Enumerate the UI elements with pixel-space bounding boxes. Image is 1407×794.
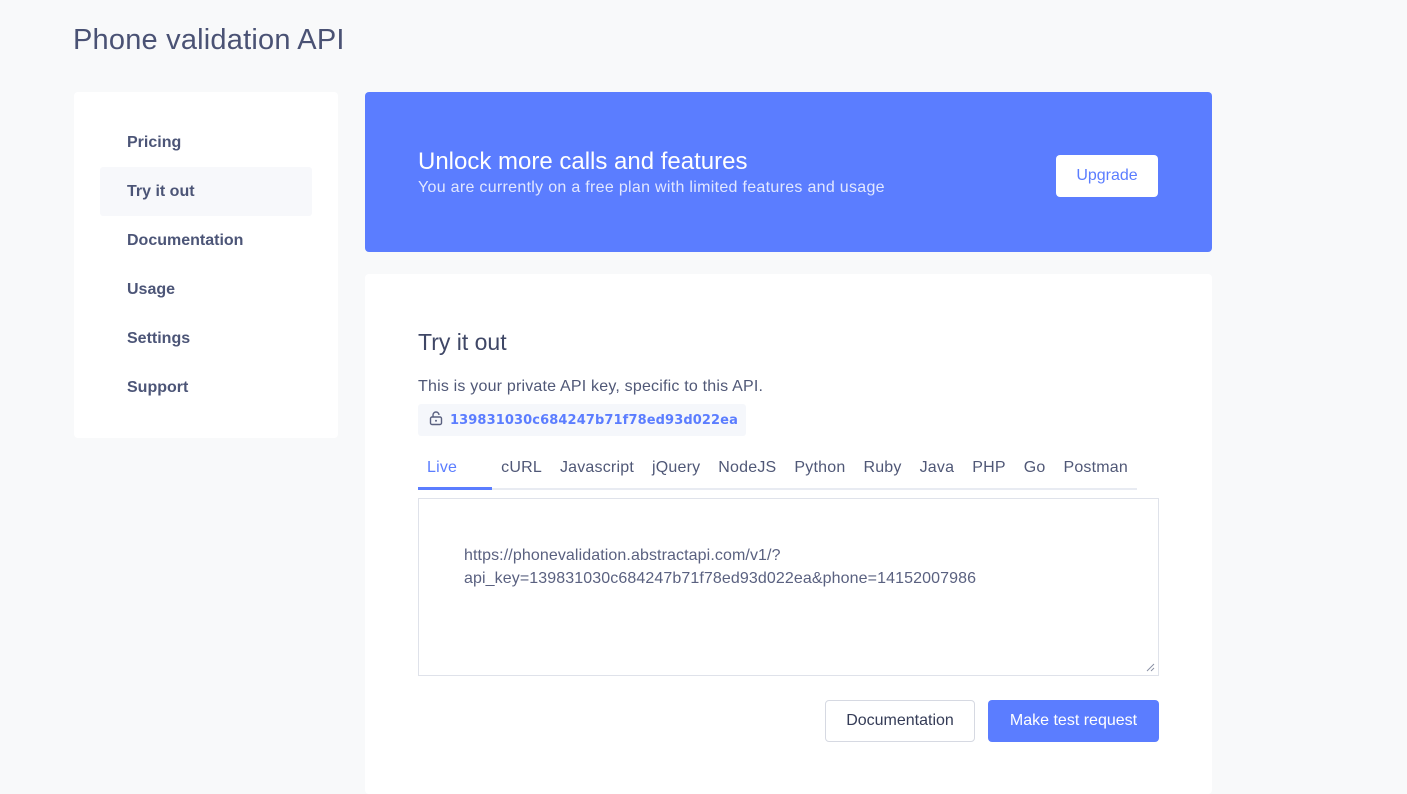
request-url-line-1: https://phonevalidation.abstractapi.com/… (464, 547, 781, 564)
banner-subtitle: You are currently on a free plan with li… (418, 179, 885, 196)
api-key-description: This is your private API key, specific t… (418, 378, 764, 395)
upgrade-button[interactable]: Upgrade (1056, 155, 1158, 197)
tab-python[interactable]: Python (785, 448, 854, 490)
resize-handle-icon[interactable] (1145, 662, 1155, 672)
lock-icon (428, 410, 444, 431)
sidebar-item-try-it-out[interactable]: Try it out (100, 167, 312, 216)
code-language-tabs: Live test cURL Javascript jQuery NodeJS … (418, 448, 1137, 516)
sidebar-item-usage[interactable]: Usage (100, 265, 312, 314)
tab-php[interactable]: PHP (963, 448, 1015, 490)
card-title: Try it out (418, 329, 507, 355)
tab-curl[interactable]: cURL (492, 448, 551, 490)
sidebar-item-settings[interactable]: Settings (100, 314, 312, 363)
sidebar: Pricing Try it out Documentation Usage S… (74, 92, 338, 438)
tab-javascript[interactable]: Javascript (551, 448, 643, 490)
banner-title: Unlock more calls and features (418, 148, 748, 175)
sidebar-item-support[interactable]: Support (100, 363, 312, 412)
tab-go[interactable]: Go (1015, 448, 1055, 490)
upgrade-banner: Unlock more calls and features You are c… (365, 92, 1212, 252)
request-url-line-2: api_key=139831030c684247b71f78ed93d022ea… (464, 570, 977, 587)
tab-java[interactable]: Java (911, 448, 964, 490)
page-title: Phone validation API (73, 24, 345, 56)
tab-ruby[interactable]: Ruby (854, 448, 910, 490)
api-key-chip[interactable]: 139831030c684247b71f78ed93d022ea (418, 404, 746, 436)
make-test-request-button[interactable]: Make test request (988, 700, 1159, 742)
sidebar-item-documentation[interactable]: Documentation (100, 216, 312, 265)
sidebar-item-pricing[interactable]: Pricing (100, 118, 312, 167)
tab-nodejs[interactable]: NodeJS (709, 448, 785, 490)
request-url-textarea[interactable]: https://phonevalidation.abstractapi.com/… (418, 498, 1159, 676)
documentation-button[interactable]: Documentation (825, 700, 975, 742)
tab-live-test[interactable]: Live test (418, 448, 493, 516)
api-key-value: 139831030c684247b71f78ed93d022ea (450, 412, 738, 428)
tab-postman[interactable]: Postman (1054, 448, 1137, 490)
try-it-out-card: Try it out This is your private API key,… (365, 274, 1212, 794)
tab-jquery[interactable]: jQuery (643, 448, 709, 490)
